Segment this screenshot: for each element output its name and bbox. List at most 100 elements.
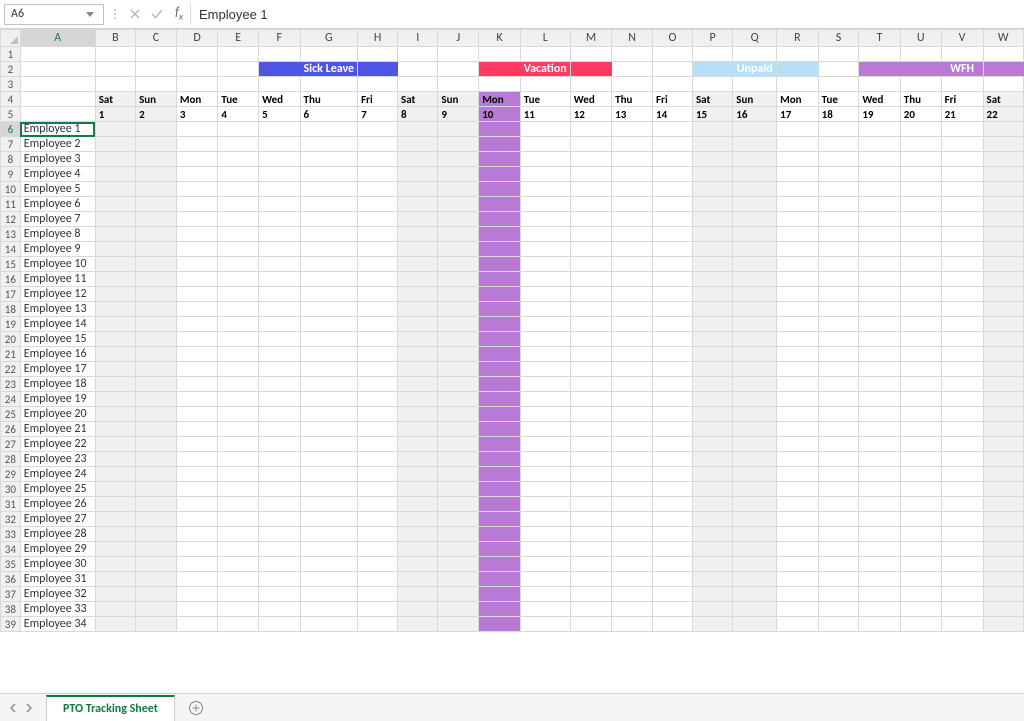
cell[interactable] [983,137,1024,152]
row-header[interactable]: 22 [1,362,21,377]
cell[interactable] [733,272,777,287]
cell[interactable] [570,452,611,467]
cell[interactable] [358,602,398,617]
cell[interactable] [859,197,900,212]
cell[interactable] [136,452,177,467]
cell[interactable] [358,587,398,602]
row-header[interactable]: 35 [1,557,21,572]
cell[interactable] [259,317,300,332]
cell[interactable] [570,482,611,497]
cell[interactable] [859,407,900,422]
cell[interactable] [176,272,218,287]
cell[interactable] [218,242,259,257]
cell[interactable] [479,617,521,632]
cell[interactable] [900,557,941,572]
cell[interactable] [983,377,1024,392]
cell[interactable] [95,242,135,257]
cell[interactable] [941,542,983,557]
legend-wfh[interactable]: WFH [941,62,983,77]
cell[interactable] [900,392,941,407]
cell[interactable] [612,542,653,557]
cell[interactable] [358,212,398,227]
cell[interactable] [259,212,300,227]
cell[interactable] [612,167,653,182]
cell[interactable] [520,497,570,512]
cell[interactable] [438,572,479,587]
cell[interactable] [358,47,398,62]
day-name-header[interactable]: Mon [777,92,819,107]
row-header[interactable]: 38 [1,602,21,617]
cell[interactable] [570,317,611,332]
cell[interactable] [612,437,653,452]
cell[interactable] [520,557,570,572]
cell[interactable] [692,572,732,587]
cell[interactable] [136,257,177,272]
sheet-tab-active[interactable]: PTO Tracking Sheet [46,695,175,721]
cell[interactable] [692,257,732,272]
cell[interactable] [438,152,479,167]
cell[interactable] [438,512,479,527]
cell[interactable] [176,197,218,212]
cell[interactable] [777,47,819,62]
cell[interactable] [95,437,135,452]
cell[interactable] [218,212,259,227]
cell[interactable] [692,182,732,197]
cell[interactable] [612,302,653,317]
cell[interactable] [733,287,777,302]
cell[interactable] [259,137,300,152]
cell[interactable] [570,602,611,617]
cell[interactable] [218,167,259,182]
cell[interactable] [438,197,479,212]
cell[interactable] [818,602,859,617]
cell[interactable] [95,377,135,392]
cell[interactable] [570,467,611,482]
cell[interactable] [438,287,479,302]
cell[interactable] [358,362,398,377]
cell[interactable] [358,377,398,392]
cell[interactable] [136,287,177,302]
cell[interactable] [777,602,819,617]
cell[interactable] [95,212,135,227]
cell[interactable] [136,542,177,557]
cell[interactable] [983,182,1024,197]
cell[interactable] [95,482,135,497]
cell[interactable] [398,572,438,587]
row-header[interactable]: 13 [1,227,21,242]
cell[interactable] [520,287,570,302]
cell[interactable] [218,347,259,362]
column-header[interactable]: V [941,30,983,47]
cell[interactable] [438,377,479,392]
cell[interactable] [136,242,177,257]
day-name-header[interactable]: Wed [570,92,611,107]
cell[interactable] [176,377,218,392]
cell[interactable] [983,602,1024,617]
cell[interactable] [398,242,438,257]
cell[interactable] [176,152,218,167]
cell[interactable] [818,482,859,497]
cell[interactable] [520,332,570,347]
row-header[interactable]: 36 [1,572,21,587]
cell[interactable] [941,392,983,407]
employee-name-cell[interactable]: Employee 4 [20,167,95,182]
cell[interactable] [900,617,941,632]
cell[interactable] [900,137,941,152]
cell[interactable] [653,167,693,182]
date-header[interactable]: 15 [692,107,732,122]
cell[interactable] [520,272,570,287]
cell[interactable] [259,197,300,212]
cell[interactable] [176,332,218,347]
cell[interactable] [300,452,358,467]
cell[interactable] [176,362,218,377]
cell[interactable] [218,287,259,302]
cell[interactable] [438,182,479,197]
cell[interactable] [479,137,521,152]
cell[interactable] [176,542,218,557]
cell[interactable] [983,122,1024,137]
cell[interactable] [900,407,941,422]
cell[interactable] [859,617,900,632]
cell[interactable] [398,272,438,287]
cell[interactable] [983,497,1024,512]
cell[interactable] [818,77,859,92]
cell[interactable] [900,602,941,617]
tab-nav-next-icon[interactable] [22,701,36,714]
